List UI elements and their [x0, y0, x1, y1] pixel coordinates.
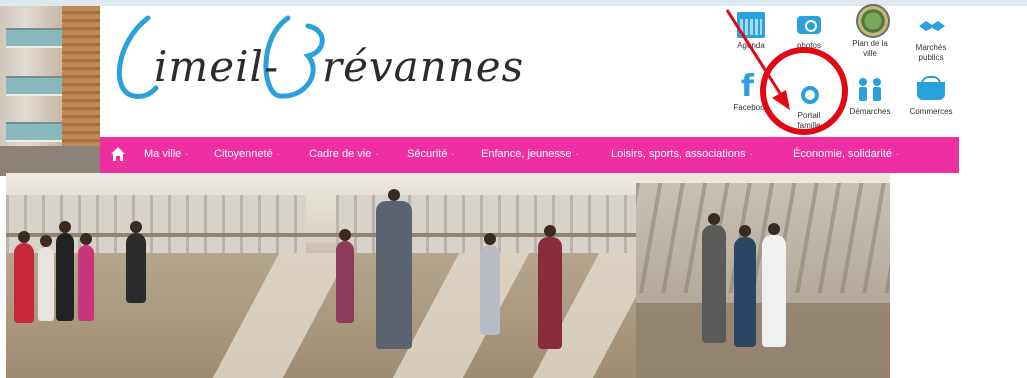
nav-item-ma-ville[interactable]: Ma ville ·: [144, 148, 188, 160]
child-figure: [336, 229, 354, 323]
child-figure: [734, 225, 756, 347]
nav-item-citoyennete[interactable]: Citoyenneté ·: [214, 148, 280, 160]
annotation-highlight-circle: [760, 47, 848, 135]
child-figure: [762, 223, 786, 347]
child-figure: [702, 213, 726, 343]
nav-item-cadre-de-vie[interactable]: Cadre de vie ·: [309, 148, 378, 160]
nav-item-loisirs[interactable]: Loisirs, sports, associations ·: [611, 148, 753, 160]
nav-item-securite[interactable]: Sécurité ·: [407, 148, 454, 160]
child-figure: [56, 221, 74, 321]
main-navigation: Ma ville · Citoyenneté · Cadre de vie · Séc…: [100, 137, 959, 173]
child-figure: [78, 233, 94, 321]
child-figure: [126, 221, 146, 303]
hero-photo: [6, 173, 890, 378]
nav-item-economie[interactable]: Économie, solidarité ·: [793, 148, 899, 160]
child-figure: [480, 233, 500, 335]
child-figure: [538, 225, 562, 349]
child-figure: [38, 235, 54, 321]
child-figure: [14, 231, 34, 323]
nav-item-enfance-jeunesse[interactable]: Enfance, jeunesse ·: [481, 148, 579, 160]
home-icon[interactable]: [110, 146, 126, 162]
adult-figure: [376, 189, 412, 349]
